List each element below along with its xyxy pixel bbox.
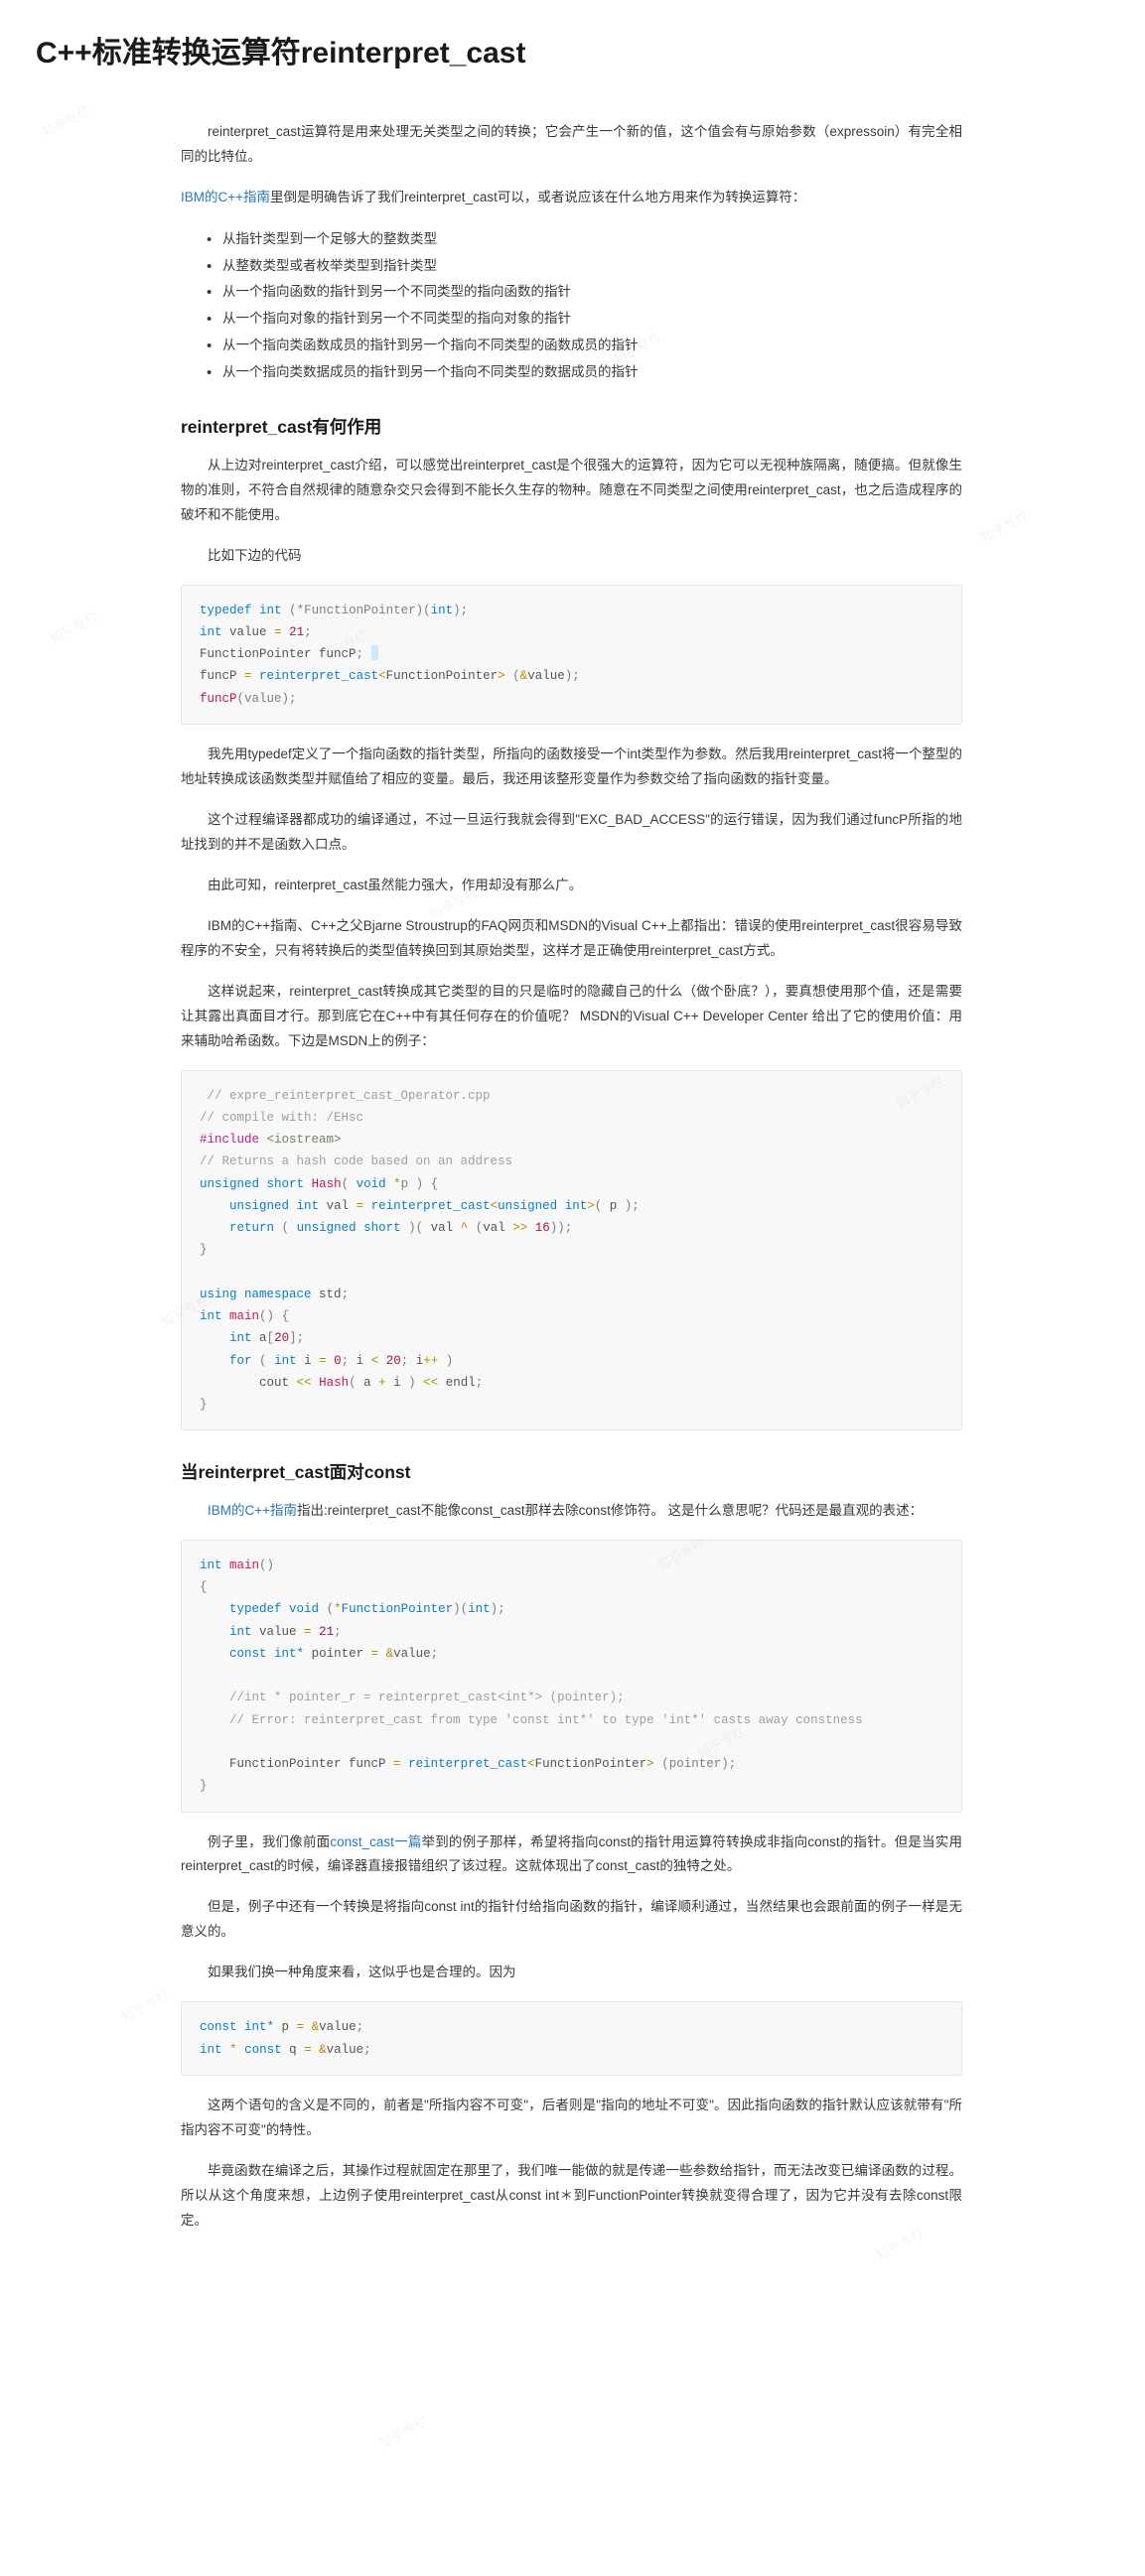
list-item: 从一个指向类函数成员的指针到另一个指向不同类型的函数成员的指针 (207, 332, 962, 360)
role-paragraph-7: 这样说起来，reinterpret_cast转换成其它类型的目的只是临时的隐藏自… (181, 983, 962, 1048)
const-paragraph-1-rest: 指出:reinterpret_cast不能像const_cast那样去除cons… (297, 1502, 924, 1518)
const-paragraph-3: 但是，例子中还有一个转换是将指向const int的指针付给指向函数的指针，编译… (181, 1899, 962, 1940)
role-paragraph-5: 由此可知，reinterpret_cast虽然能力强大，作用却没有那么广。 (208, 877, 583, 892)
code-block-basic-example[interactable]: typedef int (*FunctionPointer)(int); int… (181, 584, 962, 725)
ibm-cpp-guide-link-2[interactable]: IBM的C++指南 (208, 1503, 297, 1518)
role-paragraph-4: 这个过程编译器都成功的编译通过，不过一旦运行我就会得到"EXC_BAD_ACCE… (181, 811, 962, 852)
const-paragraph-2-pre: 例子里，我们像前面 (208, 1833, 331, 1849)
list-item: 从指针类型到一个足够大的整数类型 (207, 225, 962, 254)
text-cursor (370, 645, 378, 661)
const-paragraph-1: IBM的C++指南指出:reinterpret_cast不能像const_cas… (181, 1499, 962, 1524)
code-block-const-example[interactable]: int main() { typedef void (*FunctionPoin… (181, 1539, 962, 1813)
section-heading-role: reinterpret_cast有何作用 (181, 417, 382, 438)
const-paragraph-6: 毕竟函数在编译之后，其操作过程就固定在那里了，我们唯一能做的就是传递一些参数给指… (181, 2162, 962, 2228)
usage-bullet-list: 从指针类型到一个足够大的整数类型 从整数类型或者枚举类型到指针类型 从一个指向函… (181, 225, 962, 387)
list-item: 从整数类型或者枚举类型到指针类型 (207, 252, 962, 281)
code-content: const int* p = &value; int * const q = &… (200, 2020, 371, 2057)
role-paragraph-1: 从上边对reinterpret_cast介绍，可以感觉出reinterpret_… (181, 457, 962, 522)
role-paragraph-3: 我先用typedef定义了一个指向函数的指针类型，所指向的函数接受一个int类型… (181, 746, 962, 786)
list-item: 从一个指向类数据成员的指针到另一个指向不同类型的数据成员的指针 (207, 358, 962, 387)
list-item: 从一个指向对象的指针到另一个不同类型的指向对象的指针 (207, 305, 962, 334)
intro-lead-rest: 里倒是明确告诉了我们reinterpret_cast可以，或者说应该在什么地方用… (270, 189, 806, 204)
const-paragraph-4: 如果我们换一种角度来看，这似乎也是合理的。因为 (208, 1965, 516, 1980)
const-paragraph-5: 这两个语句的含义是不同的，前者是"所指内容不可变"，后者则是"指向的地址不可变"… (181, 2097, 962, 2137)
ibm-cpp-guide-link[interactable]: IBM的C++指南 (181, 190, 270, 204)
intro-paragraph: reinterpret_cast运算符是用来处理无关类型之间的转换；它会产生一个… (181, 124, 962, 164)
const-cast-article-link[interactable]: const_cast一篇 (330, 1834, 421, 1849)
role-paragraph-2: 比如下边的代码 (208, 547, 302, 563)
list-item: 从一个指向函数的指针到另一个不同类型的指向函数的指针 (207, 278, 962, 307)
section-heading-const: 当reinterpret_cast面对const (181, 1462, 411, 1483)
code-block-msdn-hash-example[interactable]: // expre_reinterpret_cast_Operator.cpp /… (181, 1069, 962, 1431)
const-paragraph-2: 例子里，我们像前面const_cast一篇举到的例子那样，希望将指向const的… (181, 1830, 962, 1880)
intro-lead: IBM的C++指南里倒是明确告诉了我们reinterpret_cast可以，或者… (181, 186, 962, 210)
document-page: C++标准转换运算符reinterpret_cast reinterpret_c… (0, 0, 1145, 2289)
page-title: C++标准转换运算符reinterpret_cast (36, 37, 526, 69)
code-content: typedef int (*FunctionPointer)(int); int… (200, 603, 580, 706)
code-block-const-pointer-forms[interactable]: const int* p = &value; int * const q = &… (181, 2001, 962, 2076)
article-body: reinterpret_cast运算符是用来处理无关类型之间的转换；它会产生一个… (181, 120, 962, 2234)
watermark: 知乎专栏 (376, 2411, 431, 2452)
code-content: // expre_reinterpret_cast_Operator.cpp /… (200, 1088, 640, 1413)
code-content: int main() { typedef void (*FunctionPoin… (200, 1558, 863, 1794)
role-paragraph-6: IBM的C++指南、C++之父Bjarne Stroustrup的FAQ网页和M… (181, 917, 962, 958)
